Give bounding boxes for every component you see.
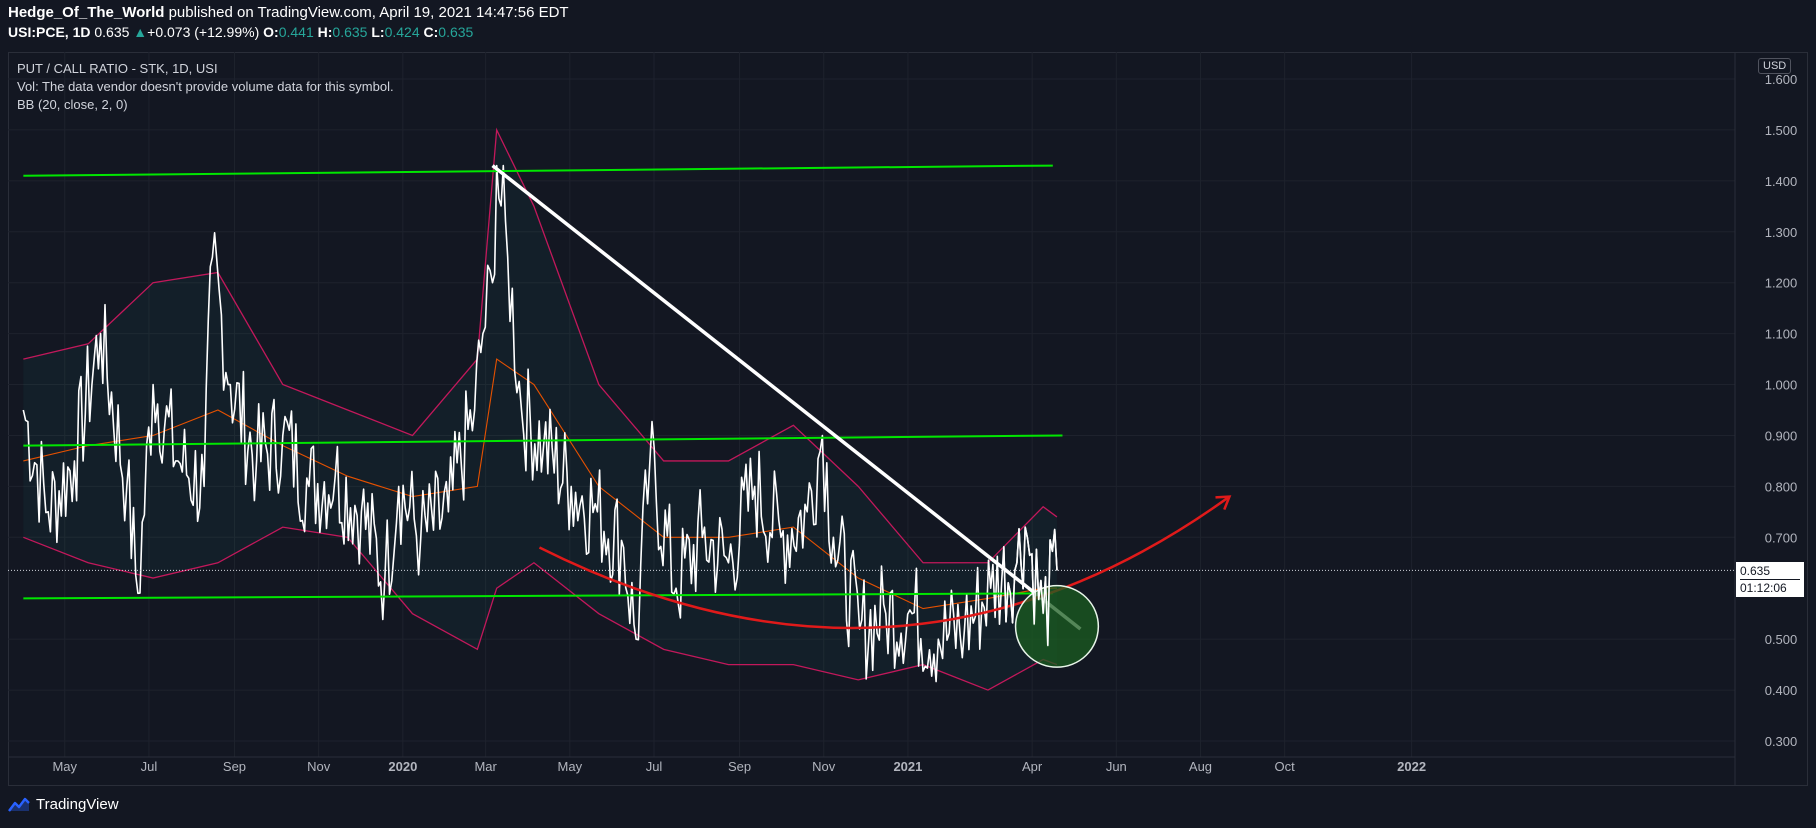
x-tick-label: Jul: [646, 759, 663, 774]
x-tick-label: Nov: [307, 759, 331, 774]
legend-title[interactable]: PUT / CALL RATIO - STK, 1D, USI: [17, 61, 218, 76]
x-tick-label: 2020: [388, 759, 417, 774]
bb-fill: [23, 129, 1057, 691]
y-tick-label: 1.000: [1765, 378, 1798, 393]
y-tick-label: 1.100: [1765, 327, 1798, 342]
y-tick-label: 0.700: [1765, 530, 1798, 545]
footer-logo[interactable]: TradingView: [8, 796, 119, 813]
x-tick-label: Apr: [1022, 759, 1043, 774]
x-tick-label: May: [558, 759, 583, 774]
currency-badge[interactable]: USD: [1758, 58, 1792, 74]
last-price-value: 0.635: [1740, 564, 1771, 578]
channel-line: [23, 164, 1053, 177]
x-tick-label: Aug: [1189, 759, 1212, 774]
y-tick-label: 1.600: [1765, 72, 1798, 87]
y-tick-label: 0.500: [1765, 632, 1798, 647]
legend-volume[interactable]: Vol: The data vendor doesn't provide vol…: [17, 79, 394, 94]
x-tick-label: 2022: [1397, 759, 1426, 774]
last-price-label: 0.635 01:12:06: [1736, 562, 1804, 597]
x-tick-label: Nov: [812, 759, 836, 774]
y-tick-label: 0.800: [1765, 479, 1798, 494]
x-tick-label: Mar: [474, 759, 497, 774]
y-tick-label: 1.500: [1765, 123, 1798, 138]
tradingview-logo-icon: [8, 797, 30, 812]
y-tick-label: 0.400: [1765, 683, 1798, 698]
x-tick-label: Oct: [1275, 759, 1296, 774]
legend-bb[interactable]: BB (20, close, 2, 0): [17, 97, 128, 112]
bar-countdown: 01:12:06: [1740, 579, 1800, 596]
x-tick-label: Sep: [223, 759, 246, 774]
tradingview-brand: TradingView: [36, 796, 119, 813]
x-tick-label: May: [52, 759, 77, 774]
highlight-ellipse: [1014, 584, 1100, 668]
x-tick-label: Jul: [141, 759, 158, 774]
y-tick-label: 1.200: [1765, 276, 1798, 291]
x-tick-label: 2021: [893, 759, 922, 774]
x-tick-label: Sep: [728, 759, 751, 774]
bollinger-bands: [23, 127, 1058, 691]
chart-canvas[interactable]: 1.600 1.500 1.400 1.300 1.200 1.100 1.000 0.900…: [0, 0, 1816, 828]
x-tick-label: Jun: [1106, 759, 1127, 774]
y-tick-label: 1.300: [1765, 225, 1798, 240]
y-tick-label: 0.300: [1765, 734, 1798, 749]
y-tick-label: 0.900: [1765, 428, 1798, 443]
y-tick-label: 1.400: [1765, 174, 1798, 189]
